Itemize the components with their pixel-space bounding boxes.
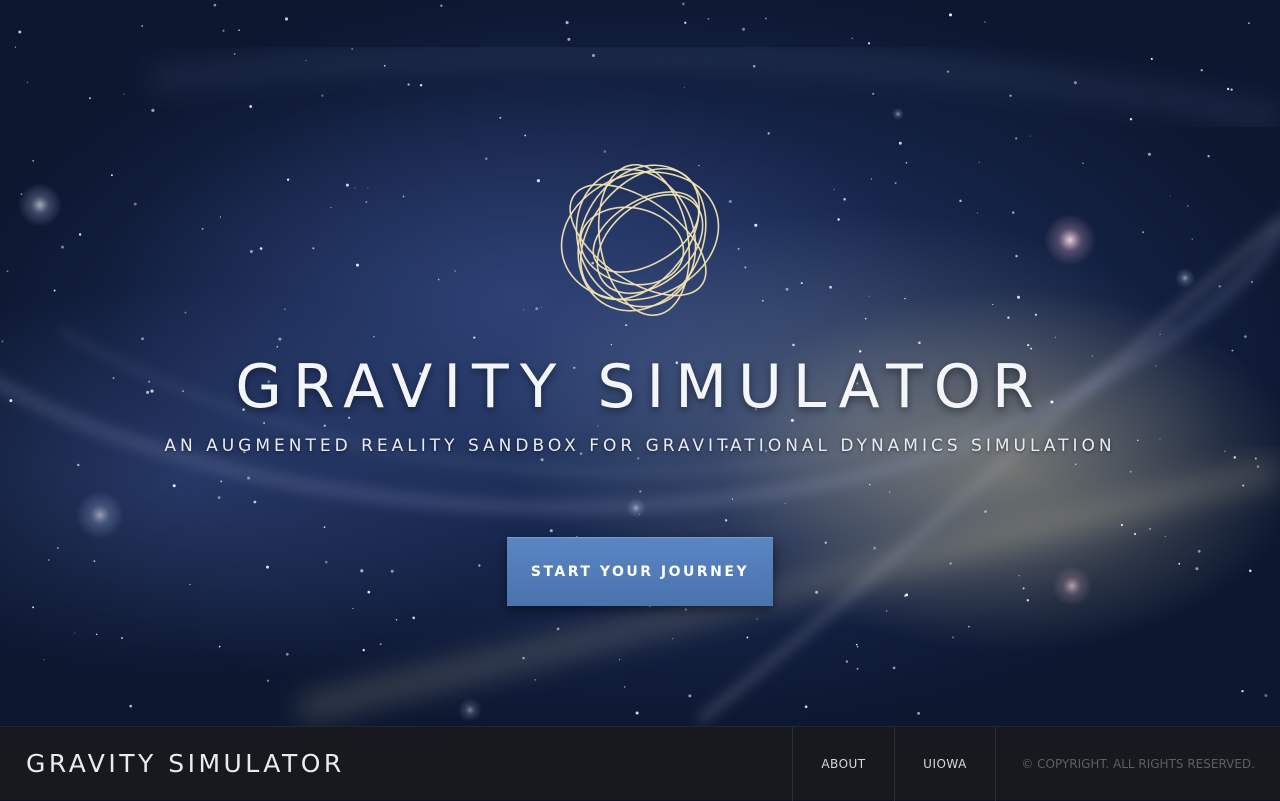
footer-link-uiowa[interactable]: UIOWA [894, 727, 996, 801]
orbit-sphere-icon [550, 148, 730, 328]
hero-section: GRAVITY SIMULATOR AN AUGMENTED REALITY S… [0, 0, 1280, 726]
page-subtitle: AN AUGMENTED REALITY SANDBOX FOR GRAVITA… [164, 436, 1116, 456]
footer-nav: ABOUT UIOWA [792, 727, 996, 801]
copyright-text: © COPYRIGHT. ALL RIGHTS RESERVED. [1021, 757, 1255, 771]
footer-brand: GRAVITY SIMULATOR [26, 749, 345, 778]
page-title: GRAVITY SIMULATOR [235, 352, 1045, 422]
footer-link-about[interactable]: ABOUT [792, 727, 894, 801]
start-journey-button[interactable]: START YOUR JOURNEY [507, 537, 773, 606]
footer: GRAVITY SIMULATOR ABOUT UIOWA © COPYRIGH… [0, 726, 1280, 801]
